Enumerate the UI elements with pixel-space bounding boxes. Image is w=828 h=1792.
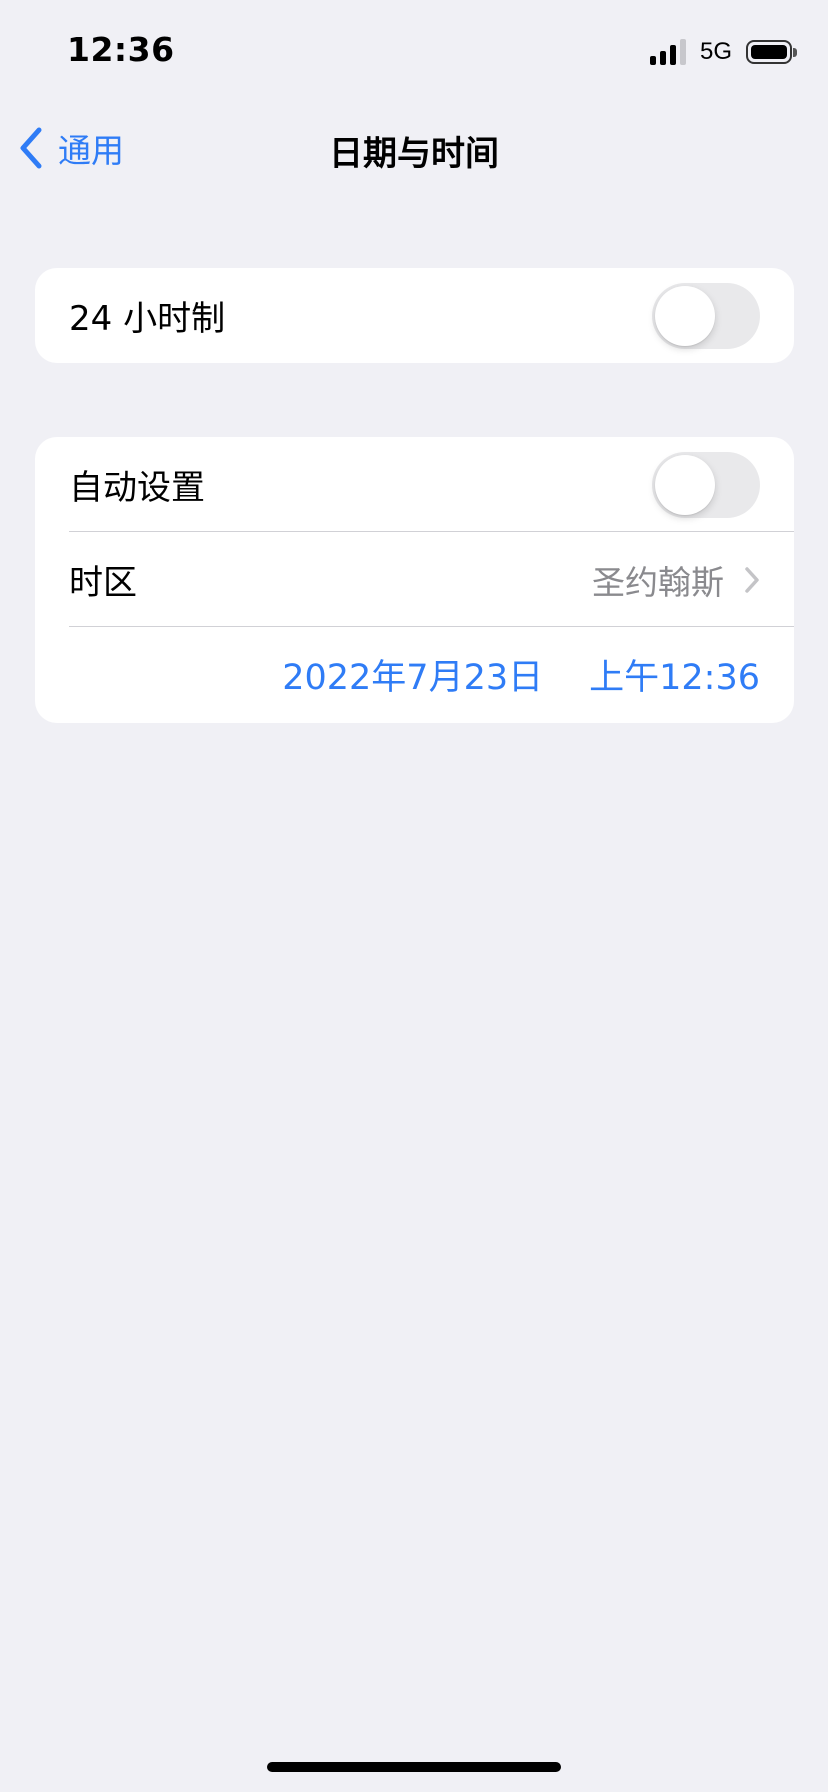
auto-set-label: 自动设置 bbox=[69, 468, 205, 508]
toggle-knob bbox=[655, 285, 715, 346]
status-bar: 12:36 5G bbox=[0, 0, 828, 104]
date-time-group: 自动设置 时区 圣约翰斯 2022年7月23日 上午12:36 bbox=[35, 437, 794, 723]
hour24-toggle[interactable] bbox=[652, 282, 760, 349]
navigation-bar: 通用 日期与时间 bbox=[0, 104, 828, 192]
auto-set-toggle[interactable] bbox=[652, 451, 760, 518]
page-title: 日期与时间 bbox=[329, 134, 499, 174]
hour24-row: 24 小时制 bbox=[35, 268, 794, 363]
timezone-label: 时区 bbox=[69, 563, 137, 603]
battery-icon bbox=[746, 40, 797, 64]
date-value[interactable]: 2022年7月23日 bbox=[282, 649, 543, 700]
chevron-right-icon bbox=[745, 566, 759, 593]
home-indicator[interactable] bbox=[267, 1762, 561, 1772]
date-time-row: 2022年7月23日 上午12:36 bbox=[35, 627, 794, 722]
network-type: 5G bbox=[699, 38, 732, 65]
hour-format-group: 24 小时制 bbox=[35, 268, 794, 363]
status-time: 12:36 bbox=[67, 30, 175, 69]
cellular-signal-icon bbox=[649, 39, 686, 65]
timezone-row[interactable]: 时区 圣约翰斯 bbox=[35, 532, 794, 627]
status-indicators: 5G bbox=[649, 38, 797, 66]
time-value[interactable]: 上午12:36 bbox=[589, 649, 760, 700]
auto-set-row: 自动设置 bbox=[35, 437, 794, 532]
date-time-settings-screen: 12:36 5G 通用 日期与时间 24 小时制 自动设置 时区 圣约翰斯 20… bbox=[0, 0, 828, 1792]
toggle-knob bbox=[655, 454, 715, 515]
hour24-label: 24 小时制 bbox=[69, 299, 226, 339]
timezone-value: 圣约翰斯 bbox=[592, 562, 724, 602]
